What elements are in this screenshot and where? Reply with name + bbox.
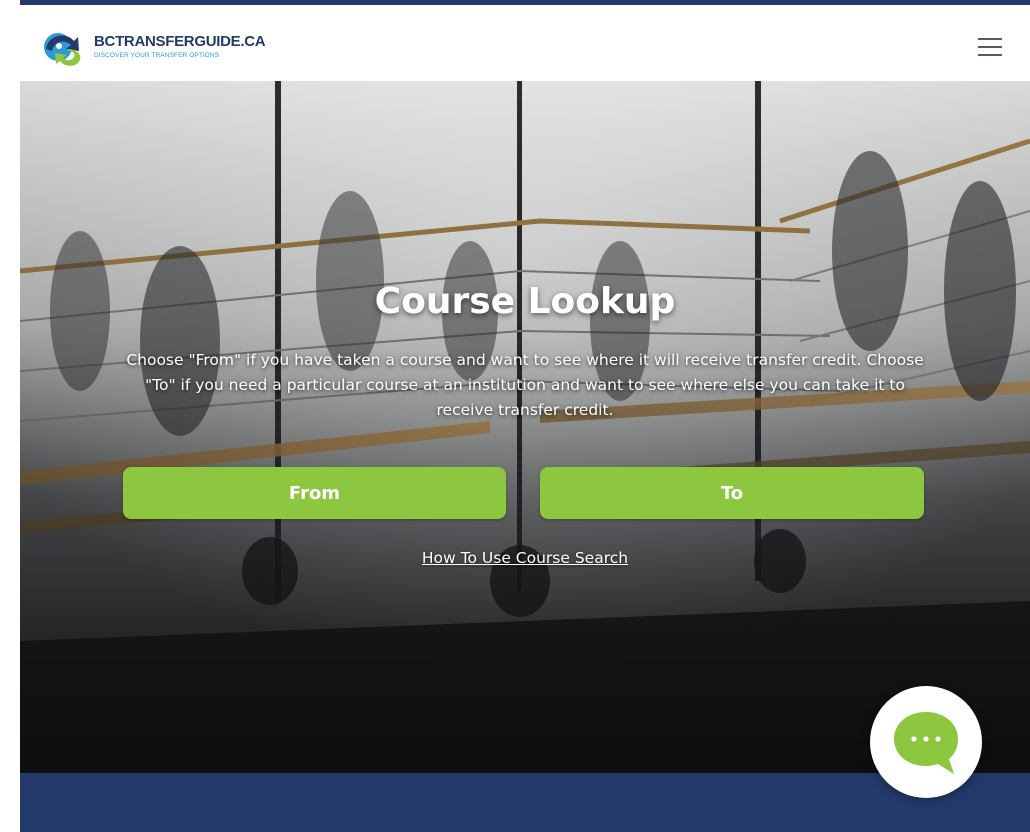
logo-arrows-icon (44, 33, 81, 66)
chat-bubble-icon (894, 712, 958, 774)
footer-band (20, 773, 1030, 832)
hamburger-menu-icon[interactable] (978, 37, 1002, 57)
menu-bar (978, 54, 1002, 56)
logo-title: BCTRANSFERGUIDE.CA (94, 33, 266, 50)
logo-tagline: DISCOVER YOUR TRANSFER OPTIONS (94, 52, 220, 59)
menu-bar (978, 46, 1002, 48)
site-header: BCTRANSFERGUIDE.CA DISCOVER YOUR TRANSFE… (20, 5, 1030, 81)
site-logo[interactable]: BCTRANSFERGUIDE.CA DISCOVER YOUR TRANSFE… (38, 27, 278, 67)
hero-description: Choose "From" if you have taken a course… (126, 351, 924, 419)
menu-bar (978, 38, 1002, 40)
hero-overlay (20, 81, 1030, 773)
hero-section: Course Lookup Choose "From" if you have … (20, 81, 1030, 773)
chat-button[interactable] (870, 686, 982, 798)
to-button[interactable]: To (540, 467, 924, 519)
page-title: Course Lookup (374, 281, 676, 322)
from-button[interactable]: From (123, 467, 506, 519)
how-to-use-course-search-link[interactable]: How To Use Course Search (20, 549, 1030, 567)
